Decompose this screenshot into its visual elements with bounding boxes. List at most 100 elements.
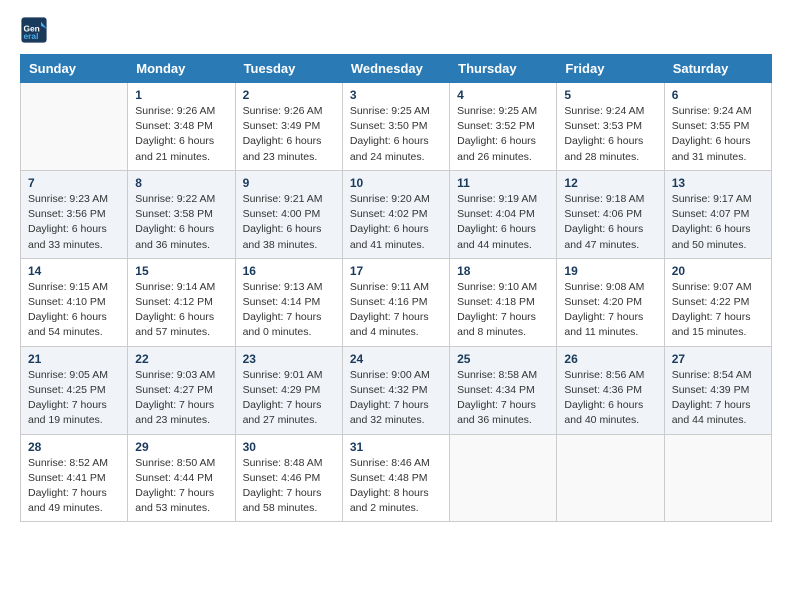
calendar-cell: 6 Sunrise: 9:24 AMSunset: 3:55 PMDaylight… bbox=[664, 83, 771, 171]
calendar-cell: 10 Sunrise: 9:20 AMSunset: 4:02 PMDayligh… bbox=[342, 170, 449, 258]
calendar-cell: 13 Sunrise: 9:17 AMSunset: 4:07 PMDayligh… bbox=[664, 170, 771, 258]
weekday-header-saturday: Saturday bbox=[664, 55, 771, 83]
day-info: Sunrise: 8:50 AMSunset: 4:44 PMDaylight:… bbox=[135, 456, 227, 517]
day-number: 14 bbox=[28, 264, 120, 278]
day-number: 24 bbox=[350, 352, 442, 366]
day-info: Sunrise: 9:03 AMSunset: 4:27 PMDaylight:… bbox=[135, 368, 227, 429]
logo-icon: Gen eral bbox=[20, 16, 48, 44]
day-number: 23 bbox=[243, 352, 335, 366]
day-number: 4 bbox=[457, 88, 549, 102]
calendar-cell: 16 Sunrise: 9:13 AMSunset: 4:14 PMDayligh… bbox=[235, 258, 342, 346]
day-info: Sunrise: 9:08 AMSunset: 4:20 PMDaylight:… bbox=[564, 280, 656, 341]
day-number: 20 bbox=[672, 264, 764, 278]
weekday-header-sunday: Sunday bbox=[21, 55, 128, 83]
calendar-cell: 25 Sunrise: 8:58 AMSunset: 4:34 PMDayligh… bbox=[450, 346, 557, 434]
day-info: Sunrise: 9:19 AMSunset: 4:04 PMDaylight:… bbox=[457, 192, 549, 253]
day-number: 17 bbox=[350, 264, 442, 278]
calendar-cell: 21 Sunrise: 9:05 AMSunset: 4:25 PMDayligh… bbox=[21, 346, 128, 434]
calendar-cell: 22Sunrise: 9:03 AMSunset: 4:27 PMDayligh… bbox=[128, 346, 235, 434]
day-number: 18 bbox=[457, 264, 549, 278]
week-row-3: 14 Sunrise: 9:15 AMSunset: 4:10 PMDayligh… bbox=[21, 258, 772, 346]
logo: Gen eral bbox=[20, 16, 52, 44]
day-number: 2 bbox=[243, 88, 335, 102]
week-row-1: 1Sunrise: 9:26 AMSunset: 3:48 PMDaylight… bbox=[21, 83, 772, 171]
calendar-cell: 26 Sunrise: 8:56 AMSunset: 4:36 PMDayligh… bbox=[557, 346, 664, 434]
week-row-4: 21 Sunrise: 9:05 AMSunset: 4:25 PMDayligh… bbox=[21, 346, 772, 434]
weekday-header-wednesday: Wednesday bbox=[342, 55, 449, 83]
calendar-cell bbox=[450, 434, 557, 522]
calendar-cell: 3 Sunrise: 9:25 AMSunset: 3:50 PMDaylight… bbox=[342, 83, 449, 171]
calendar-cell: 7Sunrise: 9:23 AMSunset: 3:56 PMDaylight… bbox=[21, 170, 128, 258]
day-number: 19 bbox=[564, 264, 656, 278]
calendar-cell: 4Sunrise: 9:25 AMSunset: 3:52 PMDaylight… bbox=[450, 83, 557, 171]
day-number: 16 bbox=[243, 264, 335, 278]
day-number: 7 bbox=[28, 176, 120, 190]
day-info: Sunrise: 9:13 AMSunset: 4:14 PMDaylight:… bbox=[243, 280, 335, 341]
day-number: 30 bbox=[243, 440, 335, 454]
page: Gen eral SundayMondayTuesdayWednesdayThu… bbox=[0, 0, 792, 612]
day-info: Sunrise: 9:01 AMSunset: 4:29 PMDaylight:… bbox=[243, 368, 335, 429]
day-number: 26 bbox=[564, 352, 656, 366]
day-info: Sunrise: 9:24 AMSunset: 3:55 PMDaylight:… bbox=[672, 104, 764, 165]
header: Gen eral bbox=[20, 16, 772, 44]
day-number: 28 bbox=[28, 440, 120, 454]
calendar-cell: 5Sunrise: 9:24 AMSunset: 3:53 PMDaylight… bbox=[557, 83, 664, 171]
weekday-header-thursday: Thursday bbox=[450, 55, 557, 83]
day-info: Sunrise: 9:26 AMSunset: 3:48 PMDaylight:… bbox=[135, 104, 227, 165]
calendar-cell: 29 Sunrise: 8:50 AMSunset: 4:44 PMDayligh… bbox=[128, 434, 235, 522]
calendar-cell: 2 Sunrise: 9:26 AMSunset: 3:49 PMDaylight… bbox=[235, 83, 342, 171]
calendar-cell: 12 Sunrise: 9:18 AMSunset: 4:06 PMDayligh… bbox=[557, 170, 664, 258]
calendar-cell: 30 Sunrise: 8:48 AMSunset: 4:46 PMDayligh… bbox=[235, 434, 342, 522]
day-number: 29 bbox=[135, 440, 227, 454]
calendar-cell bbox=[664, 434, 771, 522]
calendar-cell: 9 Sunrise: 9:21 AMSunset: 4:00 PMDaylight… bbox=[235, 170, 342, 258]
day-number: 3 bbox=[350, 88, 442, 102]
day-info: Sunrise: 9:20 AMSunset: 4:02 PMDaylight:… bbox=[350, 192, 442, 253]
day-info: Sunrise: 9:15 AMSunset: 4:10 PMDaylight:… bbox=[28, 280, 120, 341]
day-info: Sunrise: 8:48 AMSunset: 4:46 PMDaylight:… bbox=[243, 456, 335, 517]
day-info: Sunrise: 9:14 AMSunset: 4:12 PMDaylight:… bbox=[135, 280, 227, 341]
day-number: 8 bbox=[135, 176, 227, 190]
weekday-header-monday: Monday bbox=[128, 55, 235, 83]
weekday-header-friday: Friday bbox=[557, 55, 664, 83]
day-info: Sunrise: 9:21 AMSunset: 4:00 PMDaylight:… bbox=[243, 192, 335, 253]
calendar-cell: 11Sunrise: 9:19 AMSunset: 4:04 PMDayligh… bbox=[450, 170, 557, 258]
day-info: Sunrise: 9:25 AMSunset: 3:50 PMDaylight:… bbox=[350, 104, 442, 165]
day-number: 5 bbox=[564, 88, 656, 102]
day-info: Sunrise: 8:56 AMSunset: 4:36 PMDaylight:… bbox=[564, 368, 656, 429]
calendar-cell: 15Sunrise: 9:14 AMSunset: 4:12 PMDayligh… bbox=[128, 258, 235, 346]
day-number: 10 bbox=[350, 176, 442, 190]
day-info: Sunrise: 8:54 AMSunset: 4:39 PMDaylight:… bbox=[672, 368, 764, 429]
calendar-cell: 31Sunrise: 8:46 AMSunset: 4:48 PMDayligh… bbox=[342, 434, 449, 522]
day-info: Sunrise: 9:17 AMSunset: 4:07 PMDaylight:… bbox=[672, 192, 764, 253]
day-info: Sunrise: 9:00 AMSunset: 4:32 PMDaylight:… bbox=[350, 368, 442, 429]
day-info: Sunrise: 9:26 AMSunset: 3:49 PMDaylight:… bbox=[243, 104, 335, 165]
calendar-cell: 18 Sunrise: 9:10 AMSunset: 4:18 PMDayligh… bbox=[450, 258, 557, 346]
day-number: 9 bbox=[243, 176, 335, 190]
day-number: 21 bbox=[28, 352, 120, 366]
day-info: Sunrise: 9:07 AMSunset: 4:22 PMDaylight:… bbox=[672, 280, 764, 341]
day-info: Sunrise: 9:11 AMSunset: 4:16 PMDaylight:… bbox=[350, 280, 442, 341]
calendar-cell: 23 Sunrise: 9:01 AMSunset: 4:29 PMDayligh… bbox=[235, 346, 342, 434]
calendar-cell: 8 Sunrise: 9:22 AMSunset: 3:58 PMDaylight… bbox=[128, 170, 235, 258]
calendar-cell: 17 Sunrise: 9:11 AMSunset: 4:16 PMDayligh… bbox=[342, 258, 449, 346]
day-number: 31 bbox=[350, 440, 442, 454]
day-info: Sunrise: 9:05 AMSunset: 4:25 PMDaylight:… bbox=[28, 368, 120, 429]
calendar-cell: 24 Sunrise: 9:00 AMSunset: 4:32 PMDayligh… bbox=[342, 346, 449, 434]
day-number: 13 bbox=[672, 176, 764, 190]
calendar-cell bbox=[21, 83, 128, 171]
day-number: 6 bbox=[672, 88, 764, 102]
day-number: 25 bbox=[457, 352, 549, 366]
calendar-cell bbox=[557, 434, 664, 522]
day-number: 12 bbox=[564, 176, 656, 190]
calendar-cell: 1Sunrise: 9:26 AMSunset: 3:48 PMDaylight… bbox=[128, 83, 235, 171]
day-info: Sunrise: 8:58 AMSunset: 4:34 PMDaylight:… bbox=[457, 368, 549, 429]
day-number: 27 bbox=[672, 352, 764, 366]
day-info: Sunrise: 9:22 AMSunset: 3:58 PMDaylight:… bbox=[135, 192, 227, 253]
week-row-5: 28Sunrise: 8:52 AMSunset: 4:41 PMDayligh… bbox=[21, 434, 772, 522]
week-row-2: 7Sunrise: 9:23 AMSunset: 3:56 PMDaylight… bbox=[21, 170, 772, 258]
calendar-cell: 28Sunrise: 8:52 AMSunset: 4:41 PMDayligh… bbox=[21, 434, 128, 522]
day-info: Sunrise: 9:10 AMSunset: 4:18 PMDaylight:… bbox=[457, 280, 549, 341]
day-info: Sunrise: 9:18 AMSunset: 4:06 PMDaylight:… bbox=[564, 192, 656, 253]
weekday-header-row: SundayMondayTuesdayWednesdayThursdayFrid… bbox=[21, 55, 772, 83]
